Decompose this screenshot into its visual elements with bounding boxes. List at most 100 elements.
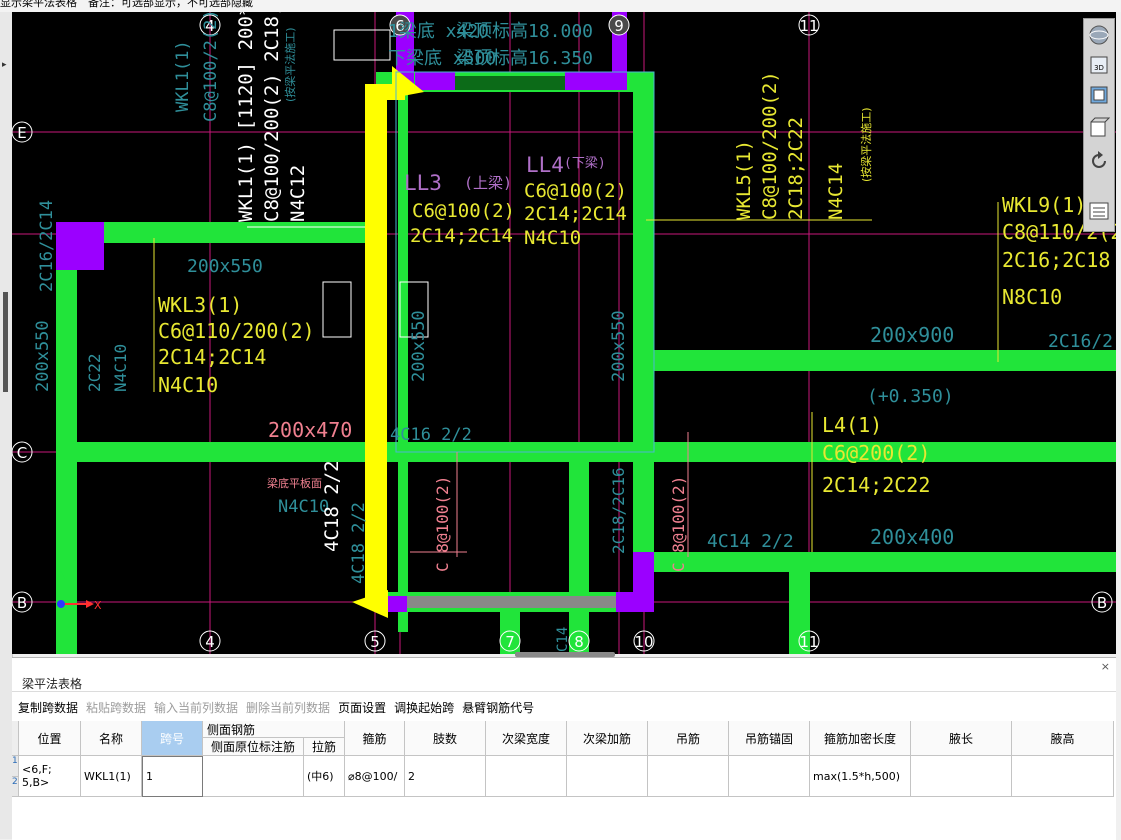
axis-bottom-5: 10 (634, 633, 653, 651)
wkl5-4: N4C14 (825, 163, 847, 220)
cad-drawing-canvas[interactable]: 4 6 9 11 4 5 7 8 10 11 E C B B X WKL1(1)… (12, 12, 1116, 654)
wkl1-main-1: WKL1(1) [1120] 200*5 (235, 12, 257, 222)
panel-divider (12, 691, 1116, 692)
elev-0350: (+0.350) (867, 386, 954, 407)
opening-rect-3 (333, 29, 391, 61)
cell-sec-add[interactable] (567, 756, 648, 797)
size-top: 200x550 (187, 256, 263, 277)
axis-bottom-6: 11 (799, 633, 818, 651)
beam-grey-segment (407, 596, 617, 608)
svg-text:3D: 3D (1094, 64, 1104, 72)
size-200x900: 200x900 (870, 323, 954, 347)
cell-sec-width[interactable] (486, 756, 567, 797)
rebar-2c22-v: 2C22 (85, 353, 104, 392)
panel-title: 梁平法表格 (22, 677, 83, 691)
col-header-position[interactable]: 位置 (19, 721, 81, 756)
ll4-line-3: C6@100(2) (524, 180, 627, 202)
col-header-hanger-anchor[interactable]: 吊筋锚固 (729, 721, 810, 756)
cell-legs[interactable]: 2 (405, 756, 486, 797)
cell-densify[interactable]: max(1.5*h,500) (810, 756, 911, 797)
cell-stirrup[interactable]: ⌀8@100/ (345, 756, 405, 797)
stirrup-dim-1: C 8@100(2) (433, 476, 452, 572)
col-header-sec-add[interactable]: 次梁加筋 (567, 721, 648, 756)
delete-column-button[interactable]: 删除当前列数据 (246, 699, 330, 717)
cell-haunch-h[interactable] (1012, 756, 1114, 797)
col-header-side-group[interactable]: 侧面钢筋 (203, 721, 345, 738)
stirrup-dim-2: C 8@100(2) (669, 476, 688, 572)
top-view-icon[interactable] (1087, 83, 1111, 107)
axis-left-3: B (17, 594, 27, 612)
table-corner (12, 721, 19, 756)
rotate-icon[interactable] (1087, 149, 1111, 173)
rebar-2c18-v: 2C18/2C16 (609, 467, 628, 554)
wkl1-main-2: C8@100/200(2) 2C18; (261, 12, 283, 222)
cell-span[interactable]: 1 (142, 756, 203, 797)
col-header-densify[interactable]: 箍筋加密长度 (810, 721, 911, 756)
wkl9-1: WKL9(1) (1002, 193, 1086, 217)
panel-close-button[interactable]: × (1101, 660, 1110, 673)
rebar-4c18b-v: 4C18 2/2 (349, 502, 369, 584)
axis-bottom-1: 4 (205, 633, 215, 651)
row-number-1[interactable]: 1 (12, 756, 19, 777)
3d-view-icon[interactable]: 3D (1087, 53, 1111, 77)
cell-tie[interactable]: (中6) (304, 756, 345, 797)
col-header-span[interactable]: 跨号 (142, 721, 203, 756)
ll3-line-1: LL3 (404, 171, 442, 195)
axis-left-2: C (17, 444, 27, 462)
wkl5-note: (按梁平法施工) (859, 107, 873, 182)
wkl5-1: WKL5(1) (733, 140, 755, 220)
ll3-line-2: (上梁) (464, 174, 512, 192)
cell-name[interactable]: WKL1(1) (81, 756, 142, 797)
col-header-sec-width[interactable]: 次梁宽度 (486, 721, 567, 756)
cell-side-original[interactable] (203, 756, 304, 797)
elev-lower: 梁顶标高16.350 (456, 48, 593, 69)
col-header-stirrup[interactable]: 箍筋 (345, 721, 405, 756)
beam-table: 位置 名称 跨号 侧面钢筋 侧面原位标注筋 拉筋 箍筋 肢数 次梁宽度 次梁加筋… (12, 721, 1116, 797)
left-splitter[interactable] (3, 292, 8, 392)
cell-hanger[interactable] (648, 756, 729, 797)
dock-arrow-icon[interactable]: ▸ (2, 60, 7, 70)
ll3-line-3: C6@100(2) (412, 200, 515, 222)
axis-left-1: E (17, 124, 26, 142)
wkl1-v-1: WKL1(1) (173, 40, 193, 112)
col-header-hanger[interactable]: 吊筋 (648, 721, 729, 756)
cantilever-code-button[interactable]: 悬臂钢筋代号 (462, 699, 534, 717)
ll4-line-5: N4C10 (524, 227, 581, 249)
window-title: 显示梁平法表格 (0, 0, 77, 9)
rebar-2c16-r: 2C16/2 (1048, 331, 1113, 352)
paste-span-button[interactable]: 粘贴跨数据 (86, 699, 146, 717)
layer-list-icon[interactable] (1087, 199, 1111, 223)
page-setup-button[interactable]: 页面设置 (338, 699, 386, 717)
col-header-haunch-h[interactable]: 腋高 (1012, 721, 1114, 756)
wkl3-3: 2C14;2C14 (158, 345, 266, 369)
col-header-side-original[interactable]: 侧面原位标注筋 (203, 738, 304, 756)
swap-start-span-button[interactable]: 调换起始跨 (394, 699, 454, 717)
copy-span-button[interactable]: 复制跨数据 (18, 699, 78, 717)
sphere-icon[interactable] (1087, 23, 1111, 47)
col-header-legs[interactable]: 肢数 (405, 721, 486, 756)
col-header-name[interactable]: 名称 (81, 721, 142, 756)
ucs-x-label: X (94, 599, 102, 612)
col-header-haunch-len[interactable]: 腋长 (911, 721, 1012, 756)
cell-haunch-len[interactable] (911, 756, 1012, 797)
beam-table-panel: × 梁平法表格 复制跨数据 粘贴跨数据 输入当前列数据 删除当前列数据 页面设置… (12, 657, 1116, 840)
cad-drawing: 4 6 9 11 4 5 7 8 10 11 E C B B X WKL1(1)… (12, 12, 1116, 654)
col-header-tie[interactable]: 拉筋 (304, 738, 345, 756)
rebar-4c16: 4C16 2/2 (390, 425, 472, 445)
input-column-button[interactable]: 输入当前列数据 (154, 699, 238, 717)
row-number-2[interactable]: 2 (12, 777, 19, 797)
box-view-icon[interactable] (1087, 115, 1111, 139)
axis-bottom-3: 7 (505, 633, 515, 651)
cell-hanger-anchor[interactable] (729, 756, 810, 797)
size-200x470: 200x470 (268, 418, 352, 442)
cell-position[interactable]: <6,F; 5,B> (19, 756, 81, 797)
room-outline (395, 71, 655, 453)
rebar-c14-v: C14 (555, 627, 571, 652)
ll4-line-4: 2C14;2C14 (524, 203, 627, 225)
wkl1-main-3: N4C12 (287, 165, 309, 222)
size-right-v: 200x550 (609, 310, 629, 382)
axis-right-1: B (1097, 594, 1107, 612)
ll3-line-4: 2C14;2C14 (410, 225, 513, 247)
wkl5-2: C8@100/200(2) (759, 71, 781, 220)
wkl1-note: (按梁平法施工) (283, 27, 297, 102)
